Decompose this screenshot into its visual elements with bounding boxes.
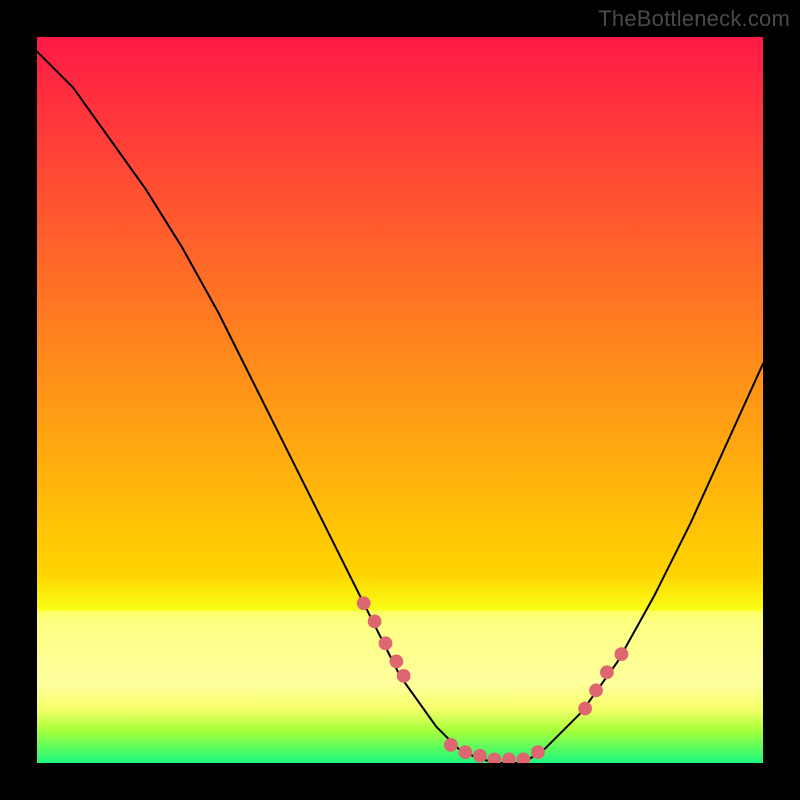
watermark-text: TheBottleneck.com bbox=[598, 6, 790, 32]
curve-marker bbox=[531, 745, 545, 759]
curve-marker bbox=[600, 665, 614, 679]
curve-marker bbox=[357, 596, 371, 610]
curve-marker bbox=[615, 647, 629, 661]
curve-marker bbox=[368, 615, 382, 629]
curve-marker bbox=[389, 654, 403, 668]
curve-marker bbox=[444, 738, 458, 752]
curve-marker bbox=[379, 636, 393, 650]
chart-frame: TheBottleneck.com bbox=[0, 0, 800, 800]
curve-marker bbox=[458, 745, 472, 759]
curve-marker bbox=[397, 669, 411, 683]
curve-marker bbox=[473, 749, 487, 763]
curve-marker bbox=[589, 684, 603, 698]
chart-svg bbox=[37, 37, 763, 763]
bottleneck-chart bbox=[37, 37, 763, 763]
curve-marker bbox=[578, 702, 592, 716]
